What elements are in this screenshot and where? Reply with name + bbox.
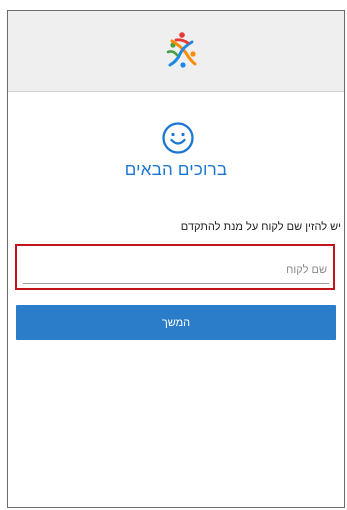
welcome-title: ברוכים הבאים xyxy=(124,160,228,179)
continue-button[interactable]: המשך xyxy=(16,305,336,340)
smiley-icon xyxy=(162,122,194,154)
header-bar xyxy=(8,11,344,92)
customer-name-input[interactable] xyxy=(23,257,329,284)
app-window: ברוכים הבאים יש להזין שם לקוח על מנת להת… xyxy=(7,10,345,508)
colorful-x-figure-logo-icon xyxy=(166,32,197,68)
instruction-text: יש להזין שם לקוח על מנת להתקדם xyxy=(180,221,341,233)
